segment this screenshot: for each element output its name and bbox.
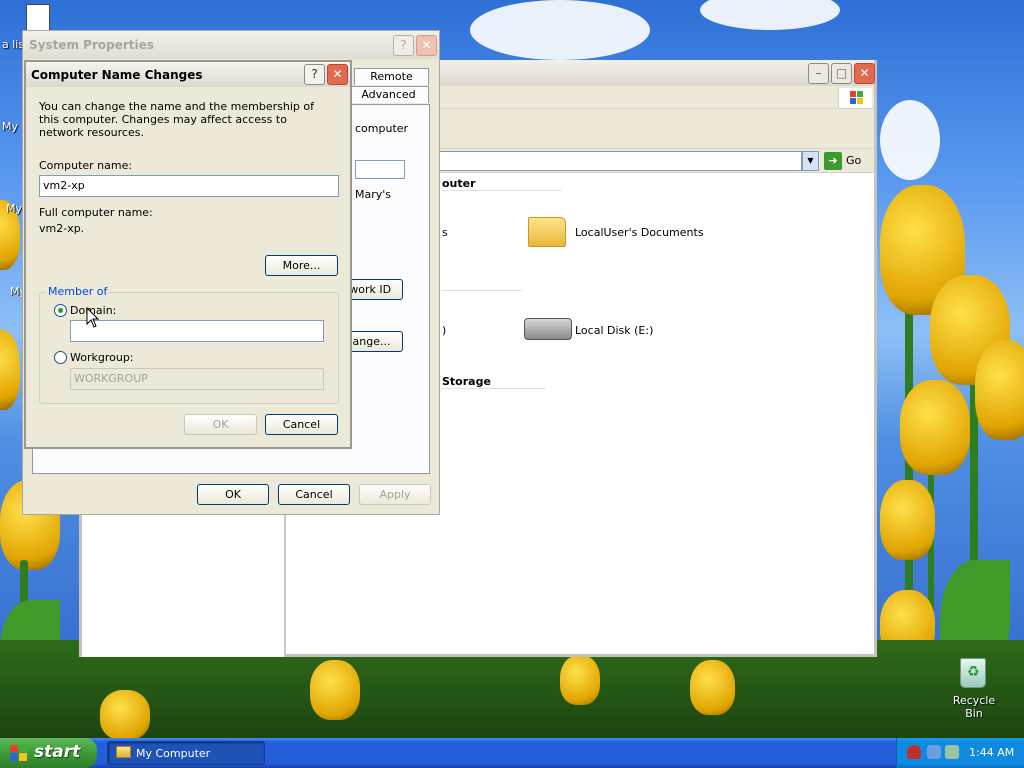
cloud [700,0,840,30]
cancel-button[interactable]: Cancel [265,414,338,435]
workgroup-label[interactable]: Workgroup: [70,351,134,364]
start-label: start [34,742,81,762]
taskbar: start My Computer 1:44 AM [0,738,1024,768]
maximize-button[interactable]: □ [831,63,852,84]
computer-description-field[interactable] [355,160,405,179]
folder-icon [116,746,131,758]
section-removable-storage: Storage [442,375,491,388]
start-button[interactable]: start [0,738,97,768]
go-arrow-icon: ➔ [824,152,842,170]
close-button[interactable]: ✕ [416,35,437,56]
windows-flag-icon [10,745,27,761]
section-divider [442,388,546,389]
domain-input[interactable] [70,320,324,342]
localuser-documents-label[interactable]: LocalUser's Documents [575,226,704,239]
local-disk-e-label[interactable]: Local Disk (E:) [575,324,653,337]
tulip [100,690,150,738]
desktop-icon-label[interactable]: a lis [2,38,24,51]
member-of-label: Member of [46,285,110,298]
go-label: Go [846,154,862,167]
recycle-bin-label[interactable]: Recycle Bin [944,694,1004,720]
recycle-bin-icon[interactable]: ♻ [960,658,986,688]
windows-logo-icon [838,88,872,108]
domain-radio[interactable] [54,304,67,317]
hard-drive-icon[interactable] [524,318,572,340]
tulip [310,660,360,720]
ok-button[interactable]: OK [184,414,257,435]
cancel-button[interactable]: Cancel [278,484,350,505]
help-button[interactable]: ? [304,64,325,85]
tab-remote[interactable]: Remote [354,68,429,85]
address-dropdown-button[interactable]: ▼ [802,151,819,171]
folder-icon[interactable] [528,217,566,247]
help-button[interactable]: ? [393,35,414,56]
cloud [880,100,940,180]
close-button[interactable]: ✕ [327,64,348,85]
security-shield-icon[interactable] [907,745,921,759]
taskbar-item-label: My Computer [136,747,211,760]
computer-name-changes-dialog: Computer Name Changes ? ✕ You can change… [24,60,352,449]
full-name-text: Mary's [355,188,392,201]
system-properties-title[interactable]: System Properties [23,31,439,59]
taskbar-item-my-computer[interactable]: My Computer [107,741,265,765]
dialog-title[interactable]: Computer Name Changes [26,62,350,87]
shared-documents-label[interactable]: s [442,226,448,239]
network-icon[interactable] [927,745,941,759]
tulip [560,655,600,705]
recycle-symbol-icon: ♻ [967,664,980,680]
apply-button[interactable]: Apply [359,484,431,505]
close-button[interactable]: ✕ [854,63,875,84]
full-computer-name-value: vm2-xp. [39,222,85,235]
system-tray: 1:44 AM [896,738,1024,768]
desktop-icon-label[interactable]: My [6,202,22,215]
tulip [690,660,735,715]
workgroup-radio[interactable] [54,351,67,364]
workgroup-input[interactable]: WORKGROUP [70,368,324,390]
more-button[interactable]: More... [265,255,338,276]
clock: 1:44 AM [969,746,1015,759]
tab-advanced[interactable]: Advanced [348,86,429,103]
section-divider [442,290,522,291]
full-computer-name-label: Full computer name: [39,206,153,219]
mouse-cursor-icon [86,307,100,328]
tulip [900,380,970,475]
computer-name-label: Computer name: [39,159,133,172]
go-button[interactable]: ➔ Go [824,151,870,171]
description-text: computer [355,122,409,135]
safely-remove-icon[interactable] [945,745,959,759]
dialog-description: You can change the name and the membersh… [39,100,314,139]
section-files-stored: outer [442,177,476,190]
tulip [880,480,935,560]
tulip [0,330,20,410]
dialog-body: You can change the name and the membersh… [29,89,347,445]
local-disk-c-label[interactable]: ) [442,324,446,337]
tulip [975,340,1024,440]
cloud [470,0,650,60]
computer-name-input[interactable]: vm2-xp [39,175,339,197]
document-icon[interactable] [26,4,50,32]
section-divider [442,190,562,191]
minimize-button[interactable]: – [808,63,829,84]
ok-button[interactable]: OK [197,484,269,505]
